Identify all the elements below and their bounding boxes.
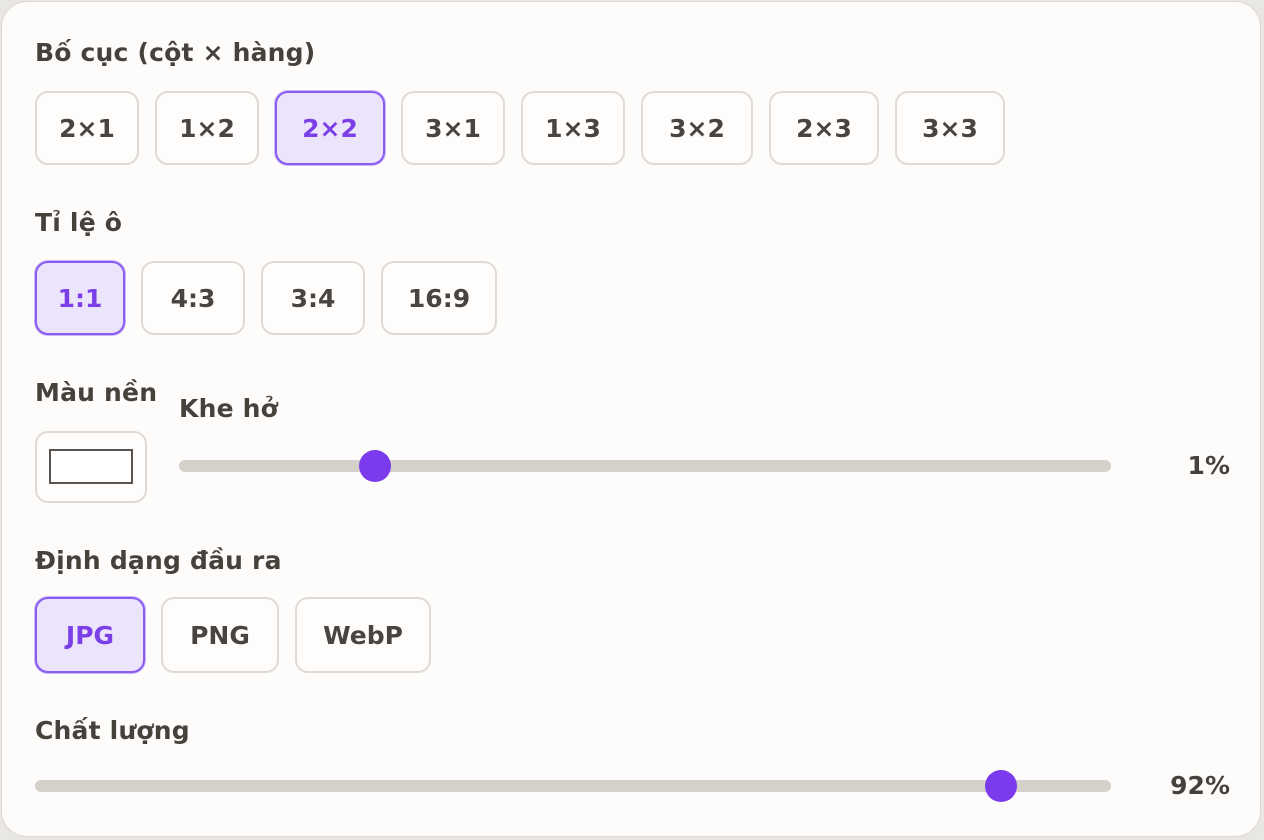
gap-label: Khe hở <box>179 394 279 423</box>
ratio-option-1-1[interactable]: 1:1 <box>35 261 125 335</box>
layout-option-1x2[interactable]: 1×2 <box>155 91 259 165</box>
layout-option-2x2[interactable]: 2×2 <box>275 91 385 165</box>
gap-slider-thumb[interactable] <box>358 450 391 482</box>
quality-label: Chất lượng <box>35 716 190 745</box>
layout-option-3x2[interactable]: 3×2 <box>641 91 753 165</box>
ratio-label: Tỉ lệ ô <box>35 208 123 237</box>
layout-option-2x1[interactable]: 2×1 <box>35 91 139 165</box>
layout-option-3x1[interactable]: 3×1 <box>401 91 505 165</box>
layout-option-3x3[interactable]: 3×3 <box>895 91 1005 165</box>
format-option-png[interactable]: PNG <box>161 597 279 673</box>
quality-slider-track[interactable] <box>35 780 1111 792</box>
quality-value: 92% <box>1170 771 1230 800</box>
format-option-webp[interactable]: WebP <box>295 597 431 673</box>
layout-option-1x3[interactable]: 1×3 <box>521 91 625 165</box>
quality-slider-thumb[interactable] <box>985 770 1018 802</box>
background-color-label: Màu nền <box>35 378 158 407</box>
gap-value: 1% <box>1187 451 1230 480</box>
color-swatch <box>49 449 133 484</box>
background-color-picker[interactable] <box>35 431 147 503</box>
ratio-option-4-3[interactable]: 4:3 <box>141 261 245 335</box>
settings-panel: Bố cục (cột × hàng) 2×1 1×2 2×2 3×1 1×3 … <box>1 1 1261 837</box>
output-format-label: Định dạng đầu ra <box>35 546 282 575</box>
format-option-jpg[interactable]: JPG <box>35 597 145 673</box>
gap-slider-track[interactable] <box>179 460 1111 472</box>
layout-option-2x3[interactable]: 2×3 <box>769 91 879 165</box>
ratio-option-3-4[interactable]: 3:4 <box>261 261 365 335</box>
ratio-option-16-9[interactable]: 16:9 <box>381 261 497 335</box>
layout-label: Bố cục (cột × hàng) <box>35 38 316 67</box>
